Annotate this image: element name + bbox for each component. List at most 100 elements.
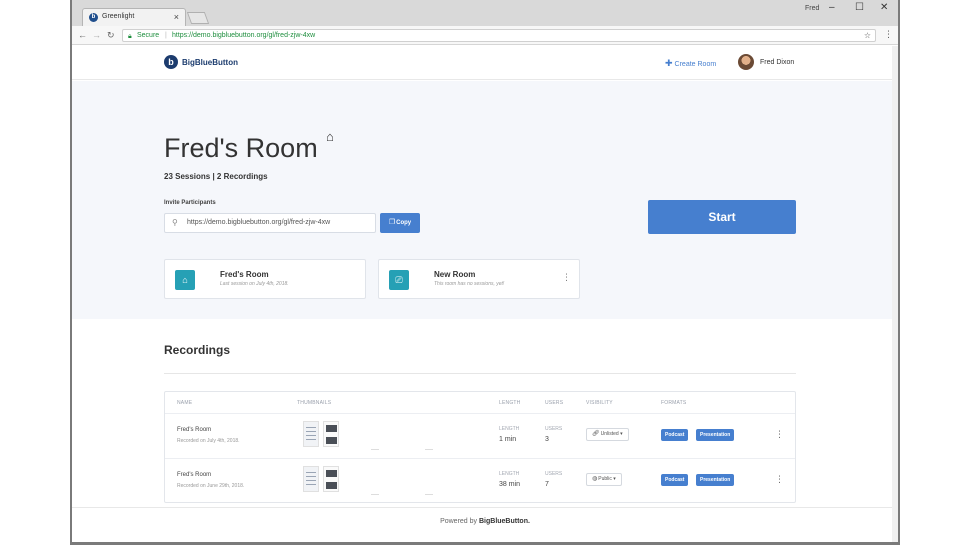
link-icon: 🔗︎: [592, 431, 600, 437]
room-card-subtitle: This room has no sessions, yet!: [434, 281, 505, 287]
bookmark-star-icon[interactable]: ☆: [864, 30, 871, 41]
url-text: https://demo.bigbluebutton.org/gl/fred-z…: [172, 32, 316, 39]
recording-name: Fred's Room: [177, 472, 212, 478]
user-menu[interactable]: Fred Dixon: [738, 54, 794, 70]
create-room-label: Create Room: [674, 61, 717, 68]
home-icon: ⌂: [175, 270, 195, 290]
podcast-button[interactable]: Podcast: [661, 474, 689, 486]
room-stats: 23 Sessions | 2 Recordings: [164, 172, 268, 181]
start-button[interactable]: Start: [648, 200, 796, 234]
avatar: [738, 54, 754, 70]
user-name: Fred Dixon: [760, 58, 795, 66]
room-card-subtitle: Last session on July 4th, 2018.: [220, 281, 289, 287]
logo[interactable]: b BigBlueButton: [164, 55, 238, 69]
visibility-value: Unlisted ▾: [600, 431, 623, 437]
reload-icon[interactable]: ↻: [107, 30, 115, 41]
browser-menu-icon[interactable]: ⋮: [884, 29, 893, 40]
copy-icon: ❐: [388, 219, 396, 226]
users-label: USERS: [545, 426, 563, 432]
tab-close-icon[interactable]: ×: [174, 12, 179, 22]
column-header-name: NAME: [177, 400, 193, 406]
address-bar: ← → ↻ 🔒︎ Secure | https://demo.bigbluebu…: [72, 26, 898, 45]
column-header-length: LENGTH: [499, 400, 521, 406]
column-header-users: USERS: [545, 400, 564, 406]
footer-brand[interactable]: BigBlueButton.: [479, 518, 530, 525]
room-card-freds-room[interactable]: ⌂ Fred's Room Last session on July 4th, …: [164, 259, 366, 299]
recording-users: 7: [545, 481, 549, 488]
link-icon: ⚲: [172, 218, 178, 227]
recording-length: 38 min: [499, 481, 521, 488]
logo-text: BigBlueButton: [182, 57, 238, 67]
home-icon: ⌂: [326, 129, 334, 144]
recording-date: Recorded on June 29th, 2018.: [177, 483, 245, 489]
window-user-label[interactable]: Fred: [805, 5, 819, 12]
invite-url-field[interactable]: ⚲ https://demo.bigbluebutton.org/gl/fred…: [164, 213, 376, 233]
recordings-title: Recordings: [164, 343, 231, 357]
column-header-visibility: VISIBILITY: [586, 400, 613, 406]
thumbnail[interactable]: [303, 421, 319, 447]
room-card-new-room[interactable]: ⎚ New Room This room has no sessions, ye…: [378, 259, 580, 299]
new-tab-button[interactable]: [186, 12, 210, 24]
footer: Powered by BigBlueButton.: [72, 507, 898, 542]
column-header-thumbnails: THUMBNAILS: [297, 400, 332, 406]
kebab-menu-icon[interactable]: ⋮: [775, 429, 784, 440]
chat-icon: ⎚: [389, 270, 409, 290]
recordings-table: NAME THUMBNAILS LENGTH USERS VISIBILITY …: [164, 391, 796, 503]
visibility-dropdown[interactable]: ◍Public ▾: [586, 473, 622, 486]
lock-icon: 🔒︎: [128, 33, 132, 40]
presentation-button[interactable]: Presentation: [696, 474, 735, 486]
thumbnail-placeholder: [371, 494, 379, 495]
copy-button[interactable]: ❐Copy: [380, 213, 420, 233]
title-bar: b Greenlight × Fred – ☐ ✕: [72, 0, 898, 26]
site-header: b BigBlueButton ✚ Create Room Fred Dixon: [72, 46, 898, 80]
url-separator: |: [165, 32, 167, 39]
kebab-menu-icon[interactable]: ⋮: [562, 272, 571, 283]
table-row: Fred's Room Recorded on June 29th, 2018.…: [165, 458, 795, 503]
tab-title: Greenlight: [102, 13, 135, 20]
copy-label: Copy: [396, 220, 412, 226]
maximize-icon[interactable]: ☐: [855, 2, 864, 13]
thumbnail[interactable]: [323, 421, 339, 447]
forward-icon[interactable]: →: [92, 30, 101, 40]
length-label: LENGTH: [499, 426, 520, 432]
minimize-icon[interactable]: –: [829, 2, 835, 13]
plus-icon: ✚: [665, 58, 673, 68]
page-title: Fred's Room: [164, 133, 318, 163]
scrollbar[interactable]: [892, 46, 898, 542]
window-frame: b Greenlight × Fred – ☐ ✕ ← → ↻ 🔒︎ Secur…: [70, 0, 900, 545]
create-room-link[interactable]: ✚ Create Room: [665, 58, 716, 69]
invite-url-value: https://demo.bigbluebutton.org/gl/fred-z…: [187, 219, 331, 226]
thumbnail-placeholder: [371, 449, 379, 450]
room-card-name: New Room: [434, 270, 476, 279]
secure-label: Secure: [137, 32, 160, 39]
recording-users: 3: [545, 436, 549, 443]
kebab-menu-icon[interactable]: ⋮: [775, 474, 784, 485]
column-header-formats: FORMATS: [661, 400, 687, 406]
thumbnail[interactable]: [323, 466, 339, 492]
browser-tab[interactable]: b Greenlight ×: [82, 8, 186, 26]
logo-icon: b: [164, 55, 178, 69]
presentation-button[interactable]: Presentation: [696, 429, 735, 441]
browser-window: b Greenlight × Fred – ☐ ✕ ← → ↻ 🔒︎ Secur…: [72, 0, 898, 542]
podcast-button[interactable]: Podcast: [661, 429, 689, 441]
thumbnail[interactable]: [303, 466, 319, 492]
divider: [164, 373, 796, 374]
thumbnail-placeholder: [425, 494, 433, 495]
back-icon[interactable]: ←: [78, 30, 87, 40]
globe-icon: ◍: [592, 476, 598, 482]
close-window-icon[interactable]: ✕: [880, 2, 888, 13]
recording-name: Fred's Room: [177, 427, 212, 433]
invite-label: Invite Participants: [164, 200, 216, 206]
users-label: USERS: [545, 471, 563, 477]
room-card-name: Fred's Room: [220, 270, 269, 279]
favicon-icon: b: [89, 13, 98, 22]
visibility-dropdown[interactable]: 🔗︎Unlisted ▾: [586, 428, 629, 441]
recording-date: Recorded on July 4th, 2018.: [177, 438, 240, 444]
recording-length: 1 min: [499, 436, 517, 443]
thumbnail-placeholder: [425, 449, 433, 450]
room-hero: Fred's Room ⌂ 23 Sessions | 2 Recordings…: [72, 81, 898, 319]
length-label: LENGTH: [499, 471, 520, 477]
footer-prefix: Powered by: [440, 518, 478, 525]
url-input[interactable]: 🔒︎ Secure | https://demo.bigbluebutton.o…: [122, 29, 876, 42]
visibility-value: Public ▾: [598, 476, 616, 482]
